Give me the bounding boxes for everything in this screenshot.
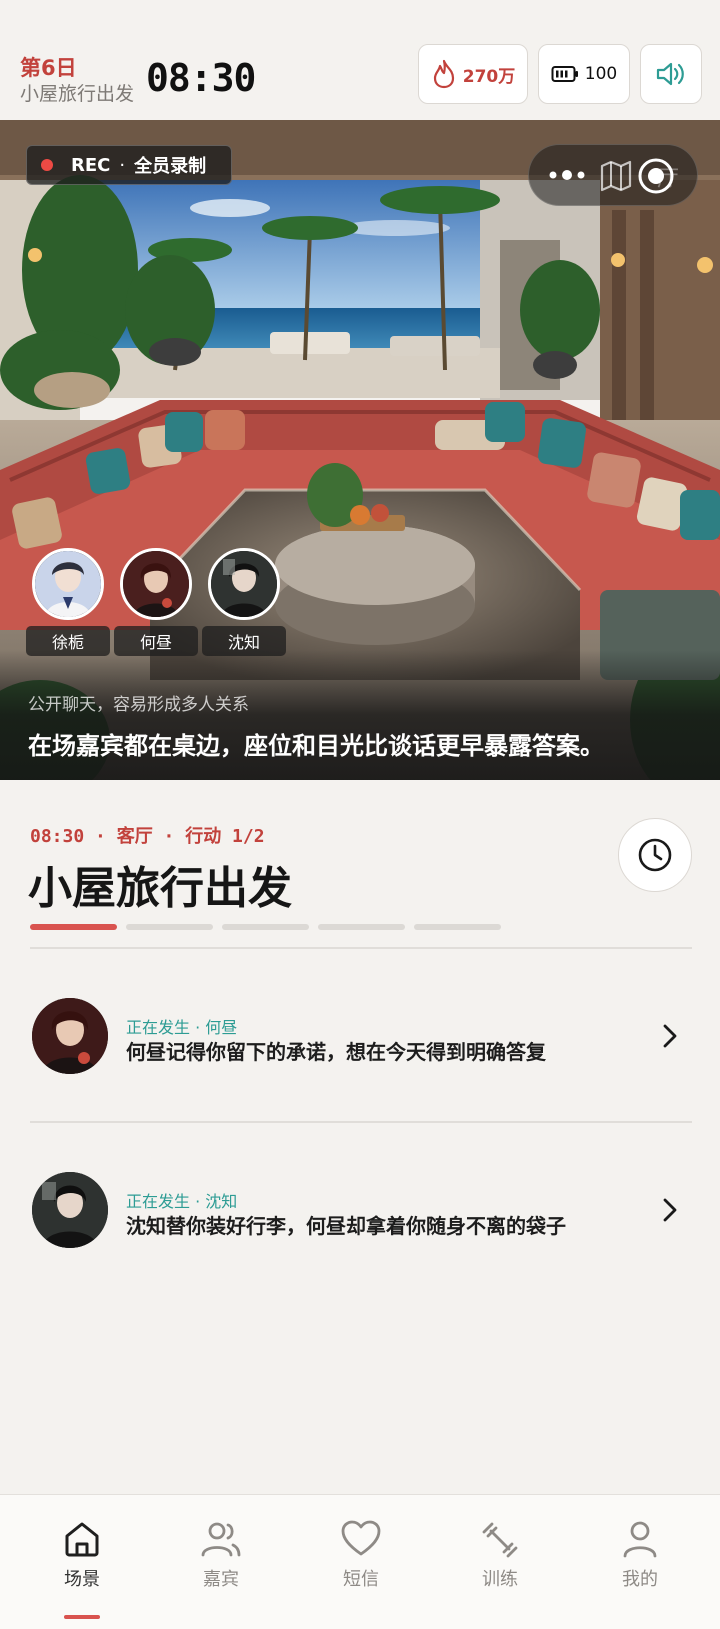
scene-hero: REC · 全员录制 厅 徐栀 何昼 沈知 公开聊天，容易形成多人关系 在场嘉宾… xyxy=(0,120,720,780)
nav-item-profile[interactable]: 我的 xyxy=(580,1519,700,1591)
avatar xyxy=(32,998,108,1074)
nav-item-scene[interactable]: 场景 xyxy=(22,1519,142,1591)
nav-label: 训练 xyxy=(482,1569,518,1590)
record-dot-icon xyxy=(41,159,53,171)
battery-icon xyxy=(551,66,578,82)
flame-icon xyxy=(433,59,454,89)
rec-label: REC xyxy=(71,154,111,176)
heat-value: 270万 xyxy=(462,66,516,87)
guest-avatar-list: 徐栀 何昼 沈知 xyxy=(26,548,286,656)
nav-item-messages[interactable]: 短信 xyxy=(301,1519,421,1591)
guest-item[interactable]: 何昼 xyxy=(114,548,198,656)
scene-meta: 08:30 · 客厅 · 行动 1/2 xyxy=(30,826,265,847)
target-icon[interactable] xyxy=(635,155,677,197)
nav-item-guests[interactable]: 嘉宾 xyxy=(161,1519,281,1591)
user-icon xyxy=(623,1521,657,1558)
top-header: 第6日 小屋旅行出发 08:30 270万 100 xyxy=(0,0,720,120)
progress-segment xyxy=(126,924,213,930)
event-tag: 正在发生 · 何昼 xyxy=(126,1018,238,1037)
bottom-nav: 场景 嘉宾 短信 训练 我的 xyxy=(0,1494,720,1629)
battery-value: 100 xyxy=(584,64,618,84)
scene-caption-sub: 公开聊天，容易形成多人关系 xyxy=(28,695,249,715)
history-button[interactable] xyxy=(618,818,692,892)
nav-label: 我的 xyxy=(622,1569,658,1590)
recording-badge: REC · 全员录制 xyxy=(26,145,232,185)
more-icon[interactable] xyxy=(549,167,589,183)
nav-label: 场景 xyxy=(64,1569,100,1590)
heat-counter-button[interactable]: 270万 xyxy=(418,44,528,104)
dumbbell-icon xyxy=(482,1522,518,1558)
avatar xyxy=(208,548,280,620)
chevron-right-icon xyxy=(663,1198,677,1222)
progress-segment xyxy=(318,924,405,930)
divider xyxy=(30,1121,692,1123)
scene-progress xyxy=(30,924,501,930)
progress-segment xyxy=(414,924,501,930)
event-item[interactable]: 正在发生 · 何昼 何昼记得你留下的承诺，想在今天得到明确答复 xyxy=(30,998,692,1108)
event-tag: 正在发生 · 沈知 xyxy=(126,1192,238,1211)
divider xyxy=(30,947,692,949)
users-icon xyxy=(201,1522,241,1557)
nav-item-training[interactable]: 训练 xyxy=(440,1519,560,1591)
progress-segment xyxy=(30,924,117,930)
speaker-icon xyxy=(656,62,684,86)
scene-title: 小屋旅行出发 xyxy=(28,863,292,914)
game-clock: 08:30 xyxy=(146,56,256,100)
day-label: 第6日 xyxy=(20,56,77,80)
battery-indicator[interactable]: 100 xyxy=(538,44,630,104)
rec-mode: 全员录制 xyxy=(134,156,207,177)
rec-separator: · xyxy=(119,154,126,176)
nav-label: 短信 xyxy=(343,1569,379,1590)
active-tab-indicator xyxy=(64,1615,100,1619)
sound-toggle-button[interactable] xyxy=(640,44,702,104)
event-text: 沈知替你装好行李，何昼却拿着你随身不离的袋子 xyxy=(126,1214,566,1238)
event-text: 何昼记得你留下的承诺，想在今天得到明确答复 xyxy=(126,1040,546,1064)
day-subtitle: 小屋旅行出发 xyxy=(20,83,135,105)
scene-caption-main: 在场嘉宾都在桌边，座位和目光比谈话更早暴露答案。 xyxy=(28,732,604,760)
avatar xyxy=(32,548,104,620)
progress-segment xyxy=(222,924,309,930)
guest-item[interactable]: 沈知 xyxy=(202,548,286,656)
map-icon[interactable] xyxy=(599,159,633,193)
nav-label: 嘉宾 xyxy=(203,1569,239,1590)
clock-icon xyxy=(638,838,672,872)
event-item[interactable]: 正在发生 · 沈知 沈知替你装好行李，何昼却拿着你随身不离的袋子 xyxy=(30,1172,692,1282)
avatar xyxy=(120,548,192,620)
avatar xyxy=(32,1172,108,1248)
guest-item[interactable]: 徐栀 xyxy=(26,548,110,656)
heart-icon xyxy=(341,1520,381,1556)
home-icon xyxy=(65,1522,99,1557)
hero-tool-capsule: 厅 xyxy=(528,144,698,206)
chevron-right-icon xyxy=(663,1024,677,1048)
